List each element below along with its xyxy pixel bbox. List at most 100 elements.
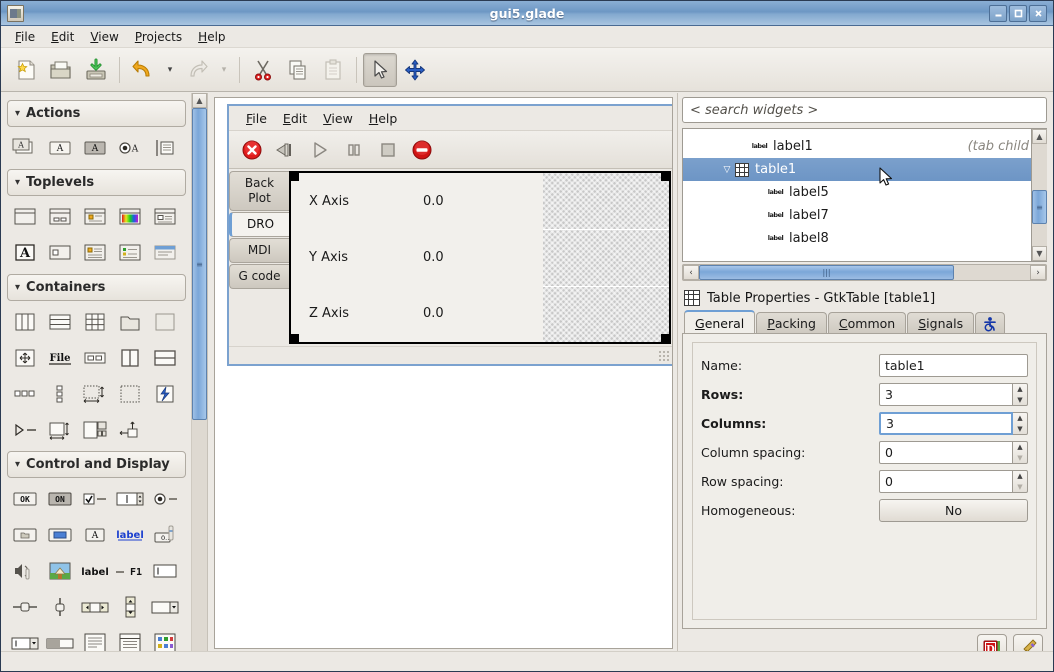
undo-dropdown[interactable]: ▾ bbox=[161, 53, 179, 87]
palette-item-link-button-icon[interactable]: label bbox=[112, 520, 147, 550]
selection-handle-top-right[interactable] bbox=[661, 173, 669, 181]
selection-handle-top-left[interactable] bbox=[291, 173, 299, 181]
tree-scroll-thumb[interactable]: ≡ bbox=[1032, 190, 1047, 224]
mock-tab-gcode[interactable]: G code bbox=[229, 264, 289, 289]
palette-scrollbar[interactable]: ▲ ≡ ▼ bbox=[191, 93, 207, 671]
scroll-left-arrow-icon[interactable]: ‹ bbox=[683, 265, 699, 280]
palette-item-scrolled-window-icon[interactable] bbox=[77, 379, 112, 409]
palette-item-action-group-icon[interactable]: A bbox=[7, 133, 42, 163]
selection-handle-bottom-right[interactable] bbox=[661, 334, 669, 342]
row-spacing-field[interactable]: 0 bbox=[879, 470, 1013, 493]
palette-item-vbox-icon[interactable] bbox=[42, 307, 77, 337]
tree-row[interactable]: label label5 bbox=[683, 181, 1031, 204]
spin-down-icon[interactable]: ▼ bbox=[1013, 453, 1027, 464]
palette-item-font-selection-dialog-icon[interactable]: A bbox=[7, 238, 42, 268]
palette-item-recent-action-icon[interactable] bbox=[147, 133, 182, 163]
estop-button[interactable] bbox=[241, 139, 263, 161]
palette-group-toplevels[interactable]: ▾ Toplevels bbox=[7, 169, 186, 196]
table-placeholder-cell[interactable] bbox=[543, 285, 669, 342]
power-plug-icon[interactable] bbox=[275, 139, 297, 161]
palette-item-file-chooser-dialog-icon[interactable] bbox=[147, 202, 182, 232]
palette-item-vscrollbar-icon[interactable] bbox=[112, 592, 147, 622]
select-tool-button[interactable] bbox=[363, 52, 397, 87]
tree-row[interactable]: label label1 (tab child bbox=[683, 135, 1031, 158]
mock-tab-mdi[interactable]: MDI bbox=[229, 238, 289, 263]
mock-menu-view[interactable]: View bbox=[316, 109, 360, 128]
tree-row-selected[interactable]: ▽ table1 bbox=[683, 158, 1031, 181]
name-field[interactable]: table1 bbox=[879, 354, 1028, 377]
spin-down-icon[interactable]: ▼ bbox=[1013, 424, 1027, 435]
tab-accessibility[interactable] bbox=[975, 312, 1006, 334]
selected-table-widget[interactable]: X Axis 0.0 Y Axis 0.0 Z Axis 0.0 bbox=[289, 171, 671, 344]
palette-item-notebook-icon[interactable] bbox=[112, 307, 147, 337]
cut-button[interactable] bbox=[246, 53, 280, 87]
tree-vertical-scrollbar[interactable]: ▲ ≡ ▼ bbox=[1031, 128, 1047, 262]
palette-item-hbutton-row-icon[interactable] bbox=[7, 379, 42, 409]
palette-group-control-and-display[interactable]: ▾ Control and Display bbox=[7, 451, 186, 478]
palette-item-action-icon[interactable]: A bbox=[42, 133, 77, 163]
menu-file[interactable]: File bbox=[7, 27, 43, 47]
palette-item-hbutton-box-icon[interactable] bbox=[77, 343, 112, 373]
palette-item-file-chooser-widget-icon[interactable]: File bbox=[42, 343, 77, 373]
widget-tree[interactable]: label label1 (tab child ▽ table1 label l… bbox=[682, 128, 1031, 262]
tab-general[interactable]: General bbox=[684, 310, 756, 334]
table-placeholder-cell[interactable] bbox=[543, 173, 669, 230]
tree-row[interactable]: label label7 bbox=[683, 204, 1031, 227]
palette-item-alignment-icon[interactable] bbox=[7, 343, 42, 373]
palette-group-containers[interactable]: ▾ Containers bbox=[7, 274, 186, 301]
save-button[interactable] bbox=[79, 53, 113, 87]
palette-item-accel-label-icon[interactable]: F1 bbox=[112, 556, 147, 586]
palette-item-table-icon[interactable] bbox=[77, 307, 112, 337]
palette-item-about-dialog-icon[interactable] bbox=[77, 238, 112, 268]
tree-horizontal-scrollbar[interactable]: ‹ ||| › bbox=[682, 264, 1047, 281]
undo-button[interactable] bbox=[126, 53, 160, 87]
tab-packing[interactable]: Packing bbox=[756, 312, 827, 334]
selection-handle-bottom-left[interactable] bbox=[291, 334, 299, 342]
pause-bars-icon[interactable] bbox=[343, 139, 365, 161]
palette-item-spin-button-icon[interactable] bbox=[112, 484, 147, 514]
palette-item-toolbar-item-icon[interactable] bbox=[112, 415, 147, 445]
open-button[interactable] bbox=[44, 53, 78, 87]
tree-row[interactable]: label label8 bbox=[683, 227, 1031, 250]
mock-menu-file[interactable]: File bbox=[239, 109, 274, 128]
palette-item-image-icon[interactable] bbox=[42, 556, 77, 586]
palette-scroll-thumb[interactable]: ≡ bbox=[192, 108, 207, 420]
redo-button[interactable] bbox=[180, 53, 214, 87]
palette-group-actions[interactable]: ▾ Actions bbox=[7, 100, 186, 127]
palette-scroll-track[interactable]: ≡ bbox=[192, 108, 207, 656]
spin-down-icon[interactable]: ▼ bbox=[1013, 482, 1027, 493]
columns-field[interactable]: 3 bbox=[879, 412, 1013, 435]
palette-item-size-group-icon[interactable] bbox=[42, 415, 77, 445]
columns-spinner[interactable]: ▲ ▼ bbox=[1013, 412, 1028, 435]
palette-item-offscreen-window-icon[interactable] bbox=[147, 238, 182, 268]
tree-hscroll-track[interactable]: ||| bbox=[699, 265, 1030, 280]
palette-item-file-chooser-button-icon[interactable] bbox=[7, 520, 42, 550]
palette-item-radio-action-icon[interactable]: A bbox=[112, 133, 147, 163]
drag-resize-tool-button[interactable] bbox=[398, 53, 432, 87]
homogeneous-toggle-button[interactable]: No bbox=[879, 499, 1028, 522]
widget-search-input[interactable]: < search widgets > bbox=[682, 97, 1047, 123]
minimize-button[interactable] bbox=[989, 4, 1007, 22]
palette-item-button-icon[interactable]: OK bbox=[7, 484, 42, 514]
rows-field[interactable]: 3 bbox=[879, 383, 1013, 406]
close-button[interactable] bbox=[1029, 4, 1047, 22]
palette-item-message-dialog-icon[interactable] bbox=[77, 202, 112, 232]
palette-item-color-selection-dialog-icon[interactable] bbox=[112, 202, 147, 232]
palette-item-frame-icon[interactable] bbox=[147, 307, 182, 337]
paste-button[interactable] bbox=[316, 53, 350, 87]
mock-tab-back-plot[interactable]: Back Plot bbox=[229, 171, 289, 211]
column-spacing-spinner[interactable]: ▲ ▼ bbox=[1013, 441, 1028, 464]
palette-item-expander-icon[interactable] bbox=[7, 415, 42, 445]
palette-item-vpaned-icon[interactable] bbox=[147, 343, 182, 373]
palette-item-color-button-icon[interactable] bbox=[42, 520, 77, 550]
spin-down-icon[interactable]: ▼ bbox=[1013, 395, 1027, 406]
tree-scroll-track[interactable]: ≡ bbox=[1032, 144, 1047, 246]
stop-square-icon[interactable] bbox=[377, 139, 399, 161]
tree-expander[interactable]: ▽ bbox=[719, 165, 735, 175]
scroll-up-arrow-icon[interactable]: ▲ bbox=[192, 93, 207, 108]
menu-projects[interactable]: Projects bbox=[127, 27, 190, 47]
mock-application-window[interactable]: File Edit View Help Back Plot DRO MDI G … bbox=[227, 104, 672, 366]
palette-item-scale-button-icon[interactable]: 0.. bbox=[147, 520, 182, 550]
palette-item-entry-icon[interactable] bbox=[147, 556, 182, 586]
tree-hscroll-thumb[interactable]: ||| bbox=[699, 265, 954, 280]
